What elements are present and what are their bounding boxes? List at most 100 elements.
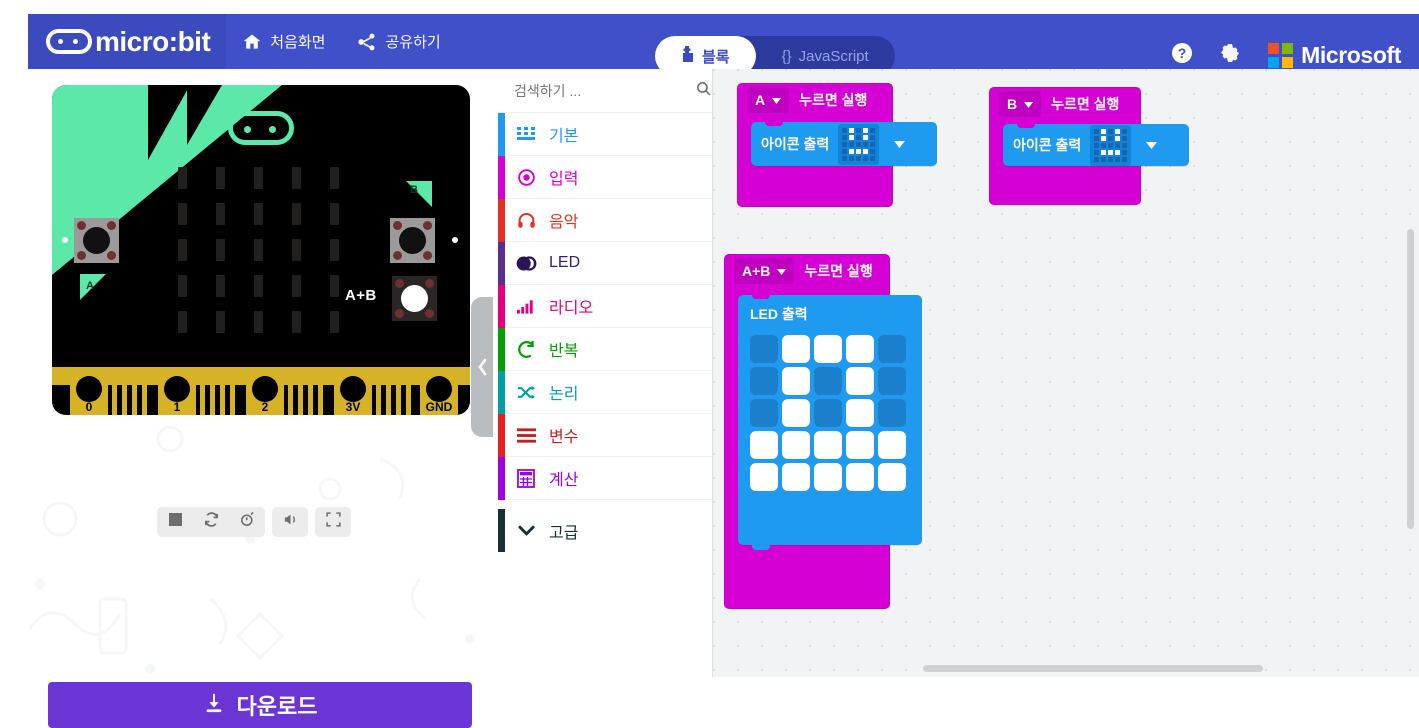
slow-motion-button[interactable] [229,507,265,537]
toolbox-category-radio[interactable]: 라디오 [498,285,712,328]
download-button-label: 다운로드 [236,694,318,719]
event-header-b: B 누르면 실행 [989,87,1141,121]
icon-picker-field-b[interactable] [1090,124,1132,166]
board-button-a[interactable] [74,218,119,263]
workspace-horizontal-scrollbar[interactable] [923,665,1263,672]
toolbox-search[interactable] [498,69,712,113]
icon-picker-field-a[interactable] [838,123,880,165]
lines-icon [514,427,538,443]
workspace-vertical-scrollbar[interactable] [1407,229,1414,529]
pin-3v[interactable]: 3V [334,373,372,415]
speaker-icon [282,511,299,533]
simulator-pane: A+B A B 0 1 2 3V GND [0,69,498,677]
tab-javascript-label: JavaScript [798,47,869,65]
toolbox-category-basic[interactable]: 기본 [498,113,712,156]
curly-braces-icon: {} [781,47,792,65]
tab-blocks-label: 블록 [702,48,730,66]
share-icon [357,32,377,52]
fullscreen-button[interactable] [315,507,351,537]
nav-item-home[interactable]: 처음화면 [226,14,341,69]
toolbox-category-math[interactable]: 계산 [498,457,712,500]
led-matrix-field[interactable] [750,335,910,491]
restart-button[interactable] [193,507,229,537]
calculator-icon [514,468,538,488]
block-show-icon-b[interactable]: 아이콘 출력 [1003,123,1189,166]
block-notch-top [765,121,783,126]
event-title-a: 누르면 실행 [799,92,868,108]
block-show-icon-a[interactable]: 아이콘 출력 [751,121,937,166]
microbit-board[interactable]: A+B A B 0 1 2 3V GND [52,85,470,415]
button-a-cap [83,227,110,254]
background-watermark [28,425,475,674]
icon-picker-dropdown-a[interactable] [894,135,906,153]
pin-2[interactable]: 2 [246,373,284,415]
block-on-button-ab-pressed[interactable]: A+B 누르면 실행 LED 출력 [724,254,922,609]
block-show-leds[interactable]: LED 출력 [738,294,922,550]
toolbox-category-led[interactable]: LED [498,242,712,285]
board-dot-left [62,237,68,243]
board-notch-2 [187,85,222,145]
nav-item-share-label: 공유하기 [385,34,441,51]
nav-item-share[interactable]: 공유하기 [341,14,456,69]
shuffle-icon [514,384,538,401]
button-ab-dropdown[interactable]: A+B [734,258,795,284]
button-ab-label: A+B [345,287,377,304]
board-button-b[interactable] [390,218,435,263]
logo-eye-left [58,39,63,44]
toolbox-category-advanced[interactable]: 고급 [498,509,712,552]
brand-logo[interactable]: micro:bit [28,14,227,69]
microbit-logo-icon [46,29,92,54]
block-on-button-a-pressed[interactable]: A 누르면 실행 아이콘 출력 [737,83,937,207]
nav-item-home-label: 처음화면 [270,34,326,51]
simulator-controls-group-primary [157,507,265,537]
toolbox-category-input[interactable]: 입력 [498,156,712,199]
pin-gnd[interactable]: GND [420,373,458,415]
led-half-icon [514,255,538,271]
toolbox-category-advanced-label: 고급 [549,524,579,542]
toolbox-category-variables[interactable]: 변수 [498,414,712,457]
toolbox-category-logic-label: 논리 [549,386,579,403]
button-a-dropdown[interactable]: A [747,87,790,113]
download-button[interactable]: 다운로드 [48,682,472,728]
blocks-workspace[interactable]: A 누르면 실행 아이콘 출력 B 누르면 실행 아이콘 출력 A+B 누르면 … [713,69,1419,677]
show-icon-a-label: 아이콘 출력 [761,136,830,152]
mute-button[interactable] [272,507,308,537]
microsoft-squares-icon [1268,43,1294,68]
toolbox-category-variables-label: 변수 [549,429,579,446]
block-on-button-b-pressed[interactable]: B 누르면 실행 아이콘 출력 [989,87,1189,205]
board-dot-right [452,237,458,243]
button-b-dropdown-value: B [1007,96,1018,112]
pin-1[interactable]: 1 [158,373,196,415]
toolbox-category-input-label: 입력 [549,171,579,188]
chevron-down-icon [777,262,787,280]
loop-arrow-icon [514,340,538,359]
toolbox-category-basic-label: 기본 [549,128,579,145]
simulator-controls-group-fullscreen [315,507,351,537]
pin-0[interactable]: 0 [70,373,108,415]
led-display[interactable] [178,167,339,333]
search-input[interactable] [514,82,695,99]
toolbox-category-loops[interactable]: 반복 [498,328,712,371]
microsoft-logo[interactable]: Microsoft [1254,42,1405,69]
stop-square-icon [168,513,182,531]
toolbox-category-radio-label: 라디오 [549,300,594,317]
icon-picker-dropdown-b[interactable] [1146,136,1158,154]
microsoft-label: Microsoft [1301,42,1401,68]
toolbox: 기본 입력 음악 [498,69,713,677]
event-header-a: A 누르면 실행 [737,83,893,117]
target-circle-icon [514,168,538,187]
board-button-ab[interactable] [392,276,437,321]
toolbox-category-logic[interactable]: 논리 [498,371,712,414]
event-header-ab: A+B 누르면 실행 [724,254,890,288]
usb-connector-icon [228,111,294,145]
toolbox-category-loops-label: 반복 [549,343,579,360]
button-a-dropdown-value: A [755,92,766,108]
collapse-simulator-handle[interactable] [471,297,493,437]
logo-eye-right [73,39,78,44]
block-notch-bottom [752,545,770,550]
brand-label: micro:bit [95,25,211,57]
stop-button[interactable] [157,507,193,537]
button-b-dropdown[interactable]: B [999,91,1042,117]
toolbox-category-music[interactable]: 음악 [498,199,712,242]
toolbox-category-math-label: 계산 [549,472,579,489]
